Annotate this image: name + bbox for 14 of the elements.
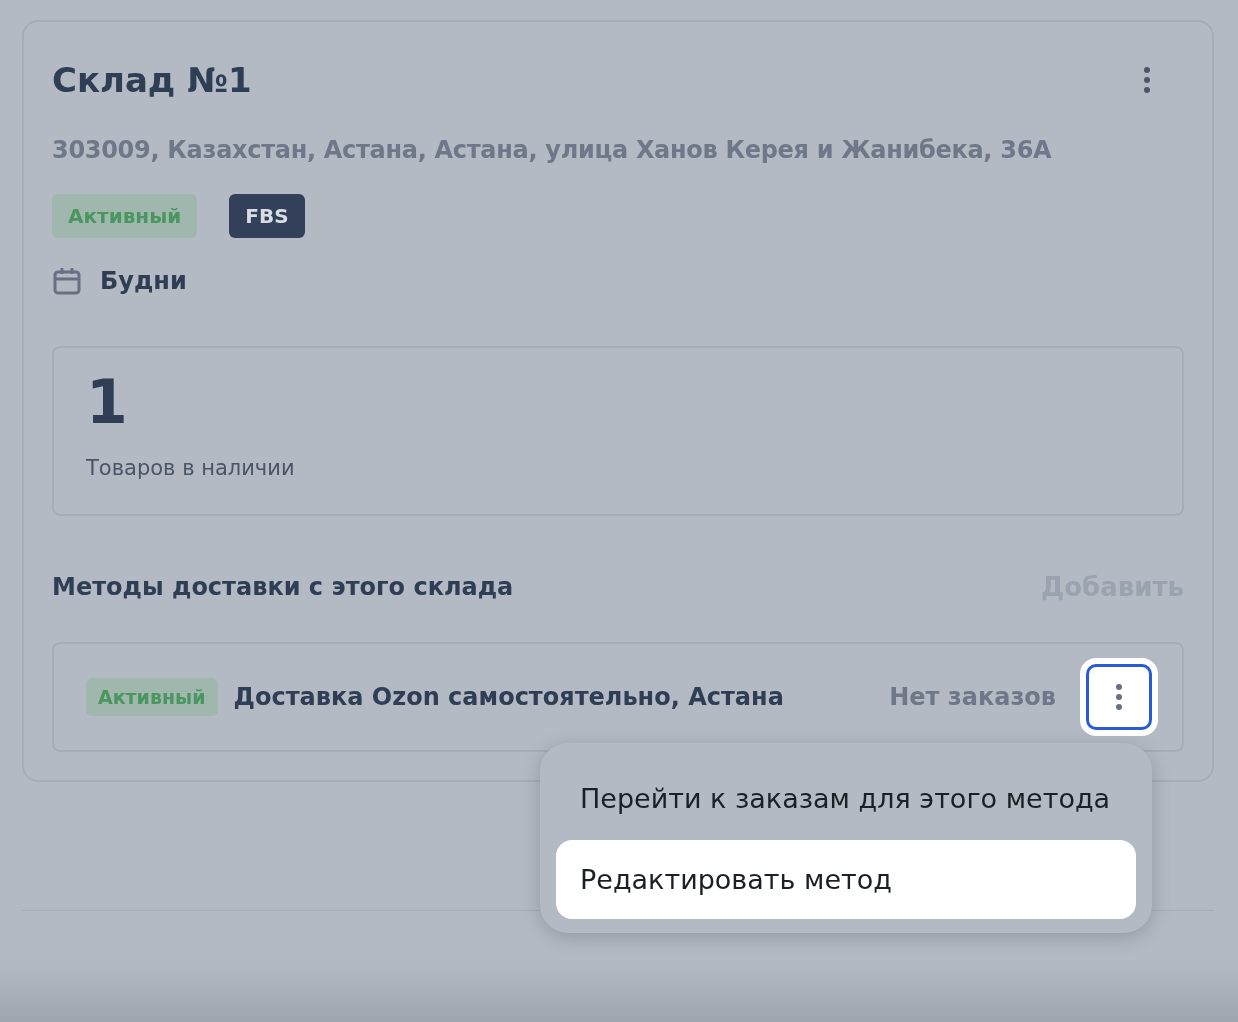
status-badge: Активный: [86, 678, 218, 716]
warehouse-address: 303009, Казахстан, Астана, Астана, улица Ханов Керея и Жанибека, 36А: [52, 136, 1053, 164]
section-title: Методы доставки с этого склада: [52, 573, 514, 601]
menu-item[interactable]: Редактировать метод: [556, 840, 1136, 919]
schedule-label: Будни: [100, 267, 187, 295]
stock-count: 1: [86, 372, 129, 432]
orders-status: Нет заказов: [889, 683, 1056, 711]
stock-label: Товаров в наличии: [86, 456, 296, 480]
status-badge: Активный: [52, 194, 198, 238]
method-name: Доставка Ozon самостоятельно, Астана: [233, 683, 785, 711]
menu-item[interactable]: Перейти к заказам для этого метода: [556, 759, 1136, 838]
calendar-icon: [52, 266, 82, 296]
scheme-badge: FBS: [229, 194, 305, 238]
warehouse-title: Склад №1: [52, 60, 252, 100]
